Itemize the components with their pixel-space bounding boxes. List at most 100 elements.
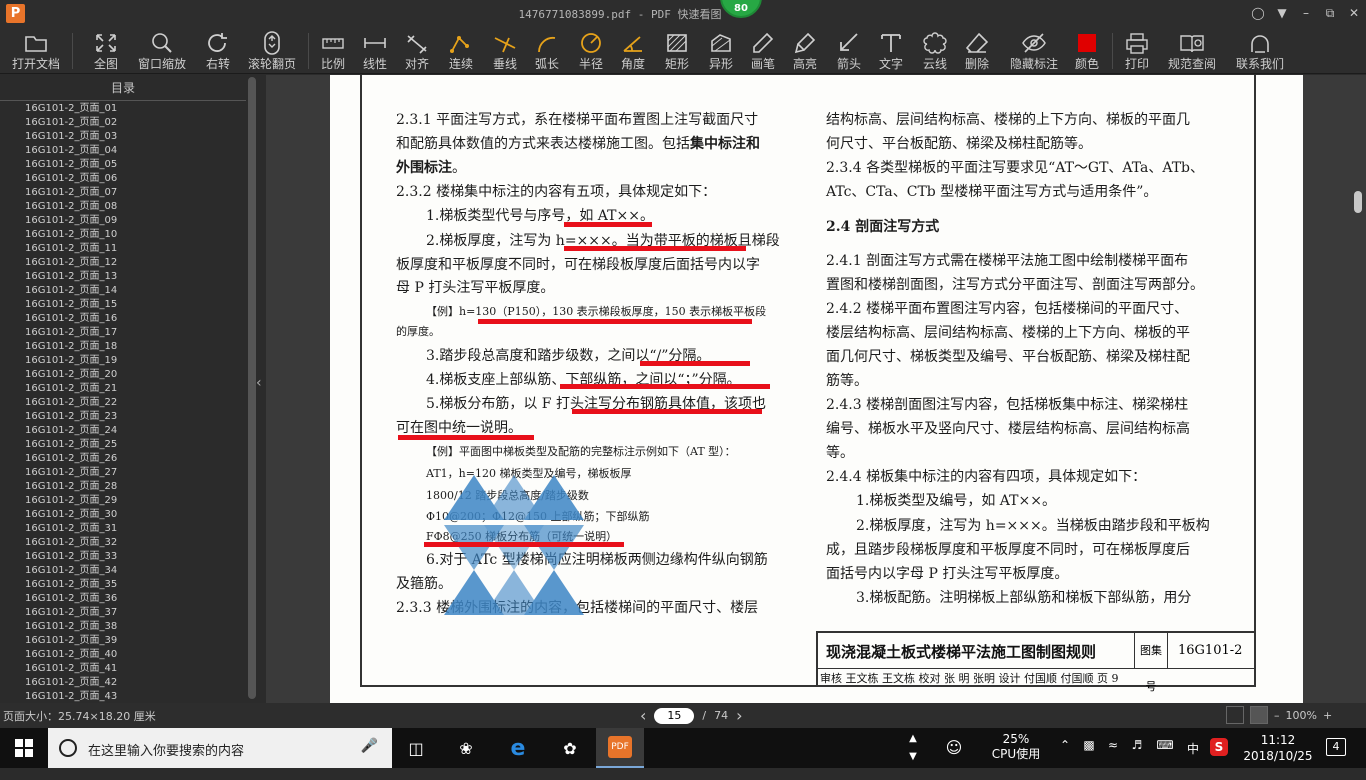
toc-item[interactable]: 16G101-2_页面_39 [0, 634, 246, 648]
scale-button[interactable]: 比例 [316, 29, 350, 73]
contact-us-button[interactable]: 联系我们 [1232, 29, 1288, 73]
user-icon[interactable]: ◯ [1246, 0, 1270, 27]
toc-item[interactable]: 16G101-2_页面_27 [0, 466, 246, 480]
radius-button[interactable]: 半径 [574, 29, 608, 73]
linear-measure-button[interactable]: 线性 [358, 29, 392, 73]
taskbar-search-box[interactable]: 在这里输入你要搜索的内容 🎤 [48, 728, 392, 768]
zoom-in-button[interactable]: + [1323, 709, 1332, 722]
pinwheel-app-icon[interactable]: ❀ [442, 728, 490, 768]
arrow-button[interactable]: 箭头 [832, 29, 866, 73]
irregular-area-button[interactable]: 异形 [704, 29, 738, 73]
clock[interactable]: 11:12 2018/10/25 [1240, 732, 1316, 772]
toc-item[interactable]: 16G101-2_页面_16 [0, 312, 246, 326]
toc-item[interactable]: 16G101-2_页面_03 [0, 130, 246, 144]
document-view[interactable]: 2.3.1 平面注写方式，系在楼梯平面布置图上注写截面尺寸 和配筋具体数值的方式… [266, 75, 1366, 703]
sidebar-scrollbar[interactable] [248, 77, 256, 699]
wheel-page-button[interactable]: 滚轮翻页 [244, 29, 300, 73]
volume-icon[interactable]: ♬ [1128, 738, 1146, 778]
tray-expand-icon[interactable]: ⌃ [1056, 738, 1074, 778]
perpendicular-button[interactable]: 垂线 [488, 29, 522, 73]
vertical-scrollbar[interactable] [1354, 191, 1362, 213]
microphone-icon[interactable]: 🎤 [361, 738, 378, 754]
sogou-icon[interactable]: S [1210, 738, 1232, 778]
menu-dropdown-icon[interactable]: ▼ [1270, 0, 1294, 27]
toc-item[interactable]: 16G101-2_页面_29 [0, 494, 246, 508]
print-button[interactable]: 打印 [1120, 29, 1154, 73]
color-button[interactable]: 颜色 [1070, 29, 1104, 73]
zoom-out-button[interactable]: – [1274, 709, 1280, 722]
toc-item[interactable]: 16G101-2_页面_21 [0, 382, 246, 396]
toc-item[interactable]: 16G101-2_页面_04 [0, 144, 246, 158]
toc-item[interactable]: 16G101-2_页面_20 [0, 368, 246, 382]
text-button[interactable]: 文字 [874, 29, 908, 73]
cpu-usage[interactable]: 25% CPU使用 [986, 732, 1046, 772]
continuous-measure-button[interactable]: 连续 [444, 29, 478, 73]
toc-item[interactable]: 16G101-2_页面_22 [0, 396, 246, 410]
toc-item[interactable]: 16G101-2_页面_14 [0, 284, 246, 298]
toc-item[interactable]: 16G101-2_页面_42 [0, 676, 246, 690]
restore-button[interactable]: ⧉ [1318, 0, 1342, 27]
fit-page-button[interactable]: 全图 [86, 29, 126, 73]
rectangle-area-button[interactable]: 矩形 [660, 29, 694, 73]
toc-item[interactable]: 16G101-2_页面_34 [0, 564, 246, 578]
toc-item[interactable]: 16G101-2_页面_17 [0, 326, 246, 340]
delete-button[interactable]: 删除 [960, 29, 994, 73]
toc-item[interactable]: 16G101-2_页面_37 [0, 606, 246, 620]
cloud-line-button[interactable]: 云线 [918, 29, 952, 73]
notification-center-icon[interactable]: 4 [1326, 738, 1350, 778]
start-button[interactable] [0, 728, 48, 768]
wifi-icon[interactable]: ≈ [1104, 738, 1122, 778]
toc-item[interactable]: 16G101-2_页面_33 [0, 550, 246, 564]
toc-item[interactable]: 16G101-2_页面_35 [0, 578, 246, 592]
single-page-view-icon[interactable] [1226, 706, 1244, 724]
toc-item[interactable]: 16G101-2_页面_19 [0, 354, 246, 368]
toc-item[interactable]: 16G101-2_页面_05 [0, 158, 246, 172]
toc-item[interactable]: 16G101-2_页面_36 [0, 592, 246, 606]
hide-marks-button[interactable]: 隐藏标注 [1006, 29, 1062, 73]
minimize-button[interactable]: – [1294, 0, 1318, 27]
toc-item[interactable]: 16G101-2_页面_02 [0, 116, 246, 130]
open-document-button[interactable]: 打开文档 [8, 29, 64, 73]
next-page-button[interactable]: › [736, 706, 742, 725]
toc-item[interactable]: 16G101-2_页面_09 [0, 214, 246, 228]
toc-item[interactable]: 16G101-2_页面_11 [0, 242, 246, 256]
toc-item[interactable]: 16G101-2_页面_43 [0, 690, 246, 702]
standards-button[interactable]: 规范查阅 [1164, 29, 1220, 73]
ie-browser-icon[interactable]: e [494, 728, 542, 768]
toc-item[interactable]: 16G101-2_页面_31 [0, 522, 246, 536]
toc-item[interactable]: 16G101-2_页面_18 [0, 340, 246, 354]
network-icon[interactable]: ▩ [1080, 738, 1098, 778]
rotate-right-button[interactable]: 右转 [198, 29, 238, 73]
toc-item[interactable]: 16G101-2_页面_25 [0, 438, 246, 452]
toc-item[interactable]: 16G101-2_页面_32 [0, 536, 246, 550]
toc-item[interactable]: 16G101-2_页面_41 [0, 662, 246, 676]
task-view-icon[interactable]: ◫ [392, 728, 440, 768]
ime-indicator[interactable]: 中 [1184, 740, 1202, 780]
toc-item[interactable]: 16G101-2_页面_26 [0, 452, 246, 466]
angle-button[interactable]: 角度 [616, 29, 650, 73]
toc-item[interactable]: 16G101-2_页面_10 [0, 228, 246, 242]
toc-item[interactable]: 16G101-2_页面_13 [0, 270, 246, 284]
highlight-button[interactable]: 高亮 [788, 29, 822, 73]
toc-item[interactable]: 16G101-2_页面_28 [0, 480, 246, 494]
page-number-input[interactable] [654, 707, 695, 724]
toc-item[interactable]: 16G101-2_页面_30 [0, 508, 246, 522]
keyboard-icon[interactable]: ⌨ [1152, 738, 1178, 778]
people-icon[interactable]: ☺ [942, 738, 966, 778]
toc-item[interactable]: 16G101-2_页面_12 [0, 256, 246, 270]
close-button[interactable]: ✕ [1342, 0, 1366, 27]
toc-item[interactable]: 16G101-2_页面_40 [0, 648, 246, 662]
collapse-sidebar-icon[interactable]: ‹ [256, 375, 262, 391]
aligned-measure-button[interactable]: 对齐 [400, 29, 434, 73]
tray-scroll-icon[interactable]: ▲ ▼ [906, 730, 920, 770]
toc-item[interactable]: 16G101-2_页面_24 [0, 424, 246, 438]
toc-item[interactable]: 16G101-2_页面_38 [0, 620, 246, 634]
toc-item[interactable]: 16G101-2_页面_23 [0, 410, 246, 424]
browser-app-icon[interactable]: ✿ [546, 728, 594, 768]
continuous-view-icon[interactable] [1250, 706, 1268, 724]
window-zoom-button[interactable]: 窗口缩放 [134, 29, 190, 73]
toc-item[interactable]: 16G101-2_页面_15 [0, 298, 246, 312]
toc-item[interactable]: 16G101-2_页面_06 [0, 172, 246, 186]
toc-item[interactable]: 16G101-2_页面_01 [0, 102, 246, 116]
arc-length-button[interactable]: 弧长 [530, 29, 564, 73]
